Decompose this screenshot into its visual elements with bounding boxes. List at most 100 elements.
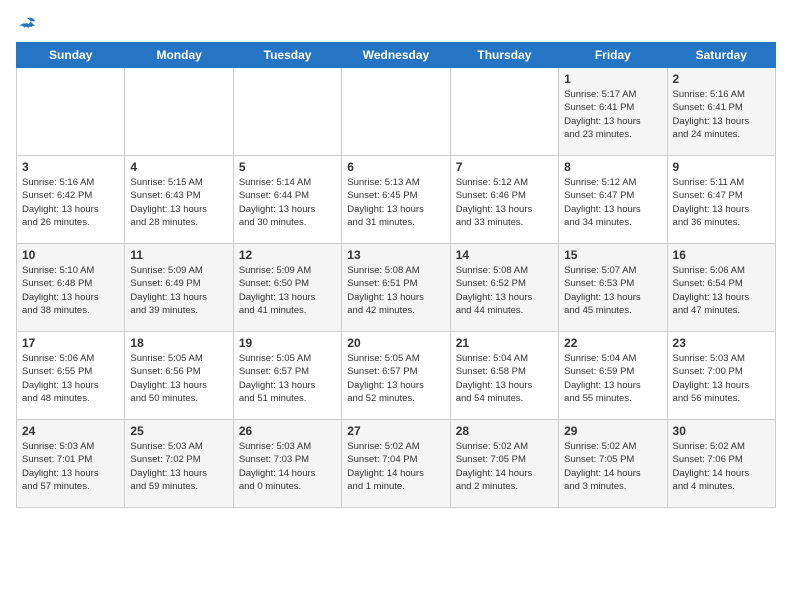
calendar-week-row: 24 Sunrise: 5:03 AM Sunset: 7:01 PM Dayli… (17, 420, 776, 508)
page-header (16, 16, 776, 34)
calendar-cell: 19 Sunrise: 5:05 AM Sunset: 6:57 PM Dayli… (233, 332, 341, 420)
day-info: Sunrise: 5:03 AM Sunset: 7:02 PM Dayligh… (130, 440, 227, 493)
day-number: 23 (673, 336, 770, 350)
logo (16, 16, 36, 34)
calendar-cell: 11 Sunrise: 5:09 AM Sunset: 6:49 PM Dayli… (125, 244, 233, 332)
day-info: Sunrise: 5:07 AM Sunset: 6:53 PM Dayligh… (564, 264, 661, 317)
day-number: 26 (239, 424, 336, 438)
day-info: Sunrise: 5:12 AM Sunset: 6:47 PM Dayligh… (564, 176, 661, 229)
day-info: Sunrise: 5:02 AM Sunset: 7:04 PM Dayligh… (347, 440, 444, 493)
day-info: Sunrise: 5:15 AM Sunset: 6:43 PM Dayligh… (130, 176, 227, 229)
day-number: 27 (347, 424, 444, 438)
calendar-cell: 16 Sunrise: 5:06 AM Sunset: 6:54 PM Dayli… (667, 244, 775, 332)
logo-bird-icon (18, 16, 36, 34)
calendar-cell: 30 Sunrise: 5:02 AM Sunset: 7:06 PM Dayli… (667, 420, 775, 508)
day-number: 28 (456, 424, 553, 438)
calendar-cell (450, 68, 558, 156)
calendar-week-row: 1 Sunrise: 5:17 AM Sunset: 6:41 PM Daylig… (17, 68, 776, 156)
day-number: 9 (673, 160, 770, 174)
day-info: Sunrise: 5:04 AM Sunset: 6:58 PM Dayligh… (456, 352, 553, 405)
calendar-cell (125, 68, 233, 156)
calendar-cell: 10 Sunrise: 5:10 AM Sunset: 6:48 PM Dayli… (17, 244, 125, 332)
calendar-cell: 29 Sunrise: 5:02 AM Sunset: 7:05 PM Dayli… (559, 420, 667, 508)
day-number: 7 (456, 160, 553, 174)
day-number: 18 (130, 336, 227, 350)
calendar-header-wednesday: Wednesday (342, 43, 450, 68)
day-number: 6 (347, 160, 444, 174)
day-number: 25 (130, 424, 227, 438)
day-number: 15 (564, 248, 661, 262)
calendar-header-thursday: Thursday (450, 43, 558, 68)
calendar-week-row: 3Sunrise: 5:16 AM Sunset: 6:42 PM Daylig… (17, 156, 776, 244)
day-info: Sunrise: 5:05 AM Sunset: 6:56 PM Dayligh… (130, 352, 227, 405)
calendar-cell: 24 Sunrise: 5:03 AM Sunset: 7:01 PM Dayli… (17, 420, 125, 508)
day-number: 22 (564, 336, 661, 350)
calendar-header-sunday: Sunday (17, 43, 125, 68)
calendar-header-monday: Monday (125, 43, 233, 68)
day-number: 17 (22, 336, 119, 350)
calendar-cell: 28Sunrise: 5:02 AM Sunset: 7:05 PM Dayli… (450, 420, 558, 508)
calendar-cell: 22 Sunrise: 5:04 AM Sunset: 6:59 PM Dayli… (559, 332, 667, 420)
calendar-cell: 17Sunrise: 5:06 AM Sunset: 6:55 PM Dayli… (17, 332, 125, 420)
calendar-cell: 7 Sunrise: 5:12 AM Sunset: 6:46 PM Daylig… (450, 156, 558, 244)
calendar-cell (342, 68, 450, 156)
day-info: Sunrise: 5:02 AM Sunset: 7:06 PM Dayligh… (673, 440, 770, 493)
day-number: 12 (239, 248, 336, 262)
day-number: 29 (564, 424, 661, 438)
calendar-cell (233, 68, 341, 156)
day-number: 14 (456, 248, 553, 262)
day-number: 13 (347, 248, 444, 262)
day-info: Sunrise: 5:12 AM Sunset: 6:46 PM Dayligh… (456, 176, 553, 229)
day-number: 30 (673, 424, 770, 438)
day-info: Sunrise: 5:13 AM Sunset: 6:45 PM Dayligh… (347, 176, 444, 229)
calendar-cell: 12 Sunrise: 5:09 AM Sunset: 6:50 PM Dayli… (233, 244, 341, 332)
day-info: Sunrise: 5:06 AM Sunset: 6:54 PM Dayligh… (673, 264, 770, 317)
calendar-header-friday: Friday (559, 43, 667, 68)
day-info: Sunrise: 5:14 AM Sunset: 6:44 PM Dayligh… (239, 176, 336, 229)
calendar-cell: 9Sunrise: 5:11 AM Sunset: 6:47 PM Daylig… (667, 156, 775, 244)
calendar-week-row: 10 Sunrise: 5:10 AM Sunset: 6:48 PM Dayli… (17, 244, 776, 332)
calendar-cell: 26Sunrise: 5:03 AM Sunset: 7:03 PM Dayli… (233, 420, 341, 508)
day-info: Sunrise: 5:16 AM Sunset: 6:41 PM Dayligh… (673, 88, 770, 141)
day-info: Sunrise: 5:02 AM Sunset: 7:05 PM Dayligh… (564, 440, 661, 493)
calendar-cell: 2 Sunrise: 5:16 AM Sunset: 6:41 PM Daylig… (667, 68, 775, 156)
calendar-header-row: SundayMondayTuesdayWednesdayThursdayFrid… (17, 43, 776, 68)
calendar-cell: 20 Sunrise: 5:05 AM Sunset: 6:57 PM Dayli… (342, 332, 450, 420)
day-info: Sunrise: 5:05 AM Sunset: 6:57 PM Dayligh… (347, 352, 444, 405)
day-info: Sunrise: 5:08 AM Sunset: 6:52 PM Dayligh… (456, 264, 553, 317)
day-info: Sunrise: 5:04 AM Sunset: 6:59 PM Dayligh… (564, 352, 661, 405)
calendar-cell: 21 Sunrise: 5:04 AM Sunset: 6:58 PM Dayli… (450, 332, 558, 420)
day-info: Sunrise: 5:17 AM Sunset: 6:41 PM Dayligh… (564, 88, 661, 141)
calendar-cell: 6 Sunrise: 5:13 AM Sunset: 6:45 PM Daylig… (342, 156, 450, 244)
calendar-header-saturday: Saturday (667, 43, 775, 68)
day-number: 11 (130, 248, 227, 262)
calendar-cell: 14 Sunrise: 5:08 AM Sunset: 6:52 PM Dayli… (450, 244, 558, 332)
calendar-cell: 8 Sunrise: 5:12 AM Sunset: 6:47 PM Daylig… (559, 156, 667, 244)
day-info: Sunrise: 5:05 AM Sunset: 6:57 PM Dayligh… (239, 352, 336, 405)
day-number: 24 (22, 424, 119, 438)
day-info: Sunrise: 5:10 AM Sunset: 6:48 PM Dayligh… (22, 264, 119, 317)
calendar-cell: 1 Sunrise: 5:17 AM Sunset: 6:41 PM Daylig… (559, 68, 667, 156)
calendar-cell: 13 Sunrise: 5:08 AM Sunset: 6:51 PM Dayli… (342, 244, 450, 332)
day-number: 21 (456, 336, 553, 350)
day-number: 19 (239, 336, 336, 350)
day-info: Sunrise: 5:09 AM Sunset: 6:50 PM Dayligh… (239, 264, 336, 317)
day-number: 1 (564, 72, 661, 86)
day-number: 2 (673, 72, 770, 86)
calendar-cell: 25 Sunrise: 5:03 AM Sunset: 7:02 PM Dayli… (125, 420, 233, 508)
day-number: 5 (239, 160, 336, 174)
calendar-header-tuesday: Tuesday (233, 43, 341, 68)
day-number: 10 (22, 248, 119, 262)
day-number: 8 (564, 160, 661, 174)
calendar-cell: 4 Sunrise: 5:15 AM Sunset: 6:43 PM Daylig… (125, 156, 233, 244)
calendar-cell (17, 68, 125, 156)
calendar-week-row: 17Sunrise: 5:06 AM Sunset: 6:55 PM Dayli… (17, 332, 776, 420)
calendar-cell: 15 Sunrise: 5:07 AM Sunset: 6:53 PM Dayli… (559, 244, 667, 332)
day-info: Sunrise: 5:08 AM Sunset: 6:51 PM Dayligh… (347, 264, 444, 317)
day-number: 20 (347, 336, 444, 350)
day-info: Sunrise: 5:03 AM Sunset: 7:01 PM Dayligh… (22, 440, 119, 493)
day-number: 3 (22, 160, 119, 174)
day-number: 4 (130, 160, 227, 174)
day-number: 16 (673, 248, 770, 262)
day-info: Sunrise: 5:09 AM Sunset: 6:49 PM Dayligh… (130, 264, 227, 317)
